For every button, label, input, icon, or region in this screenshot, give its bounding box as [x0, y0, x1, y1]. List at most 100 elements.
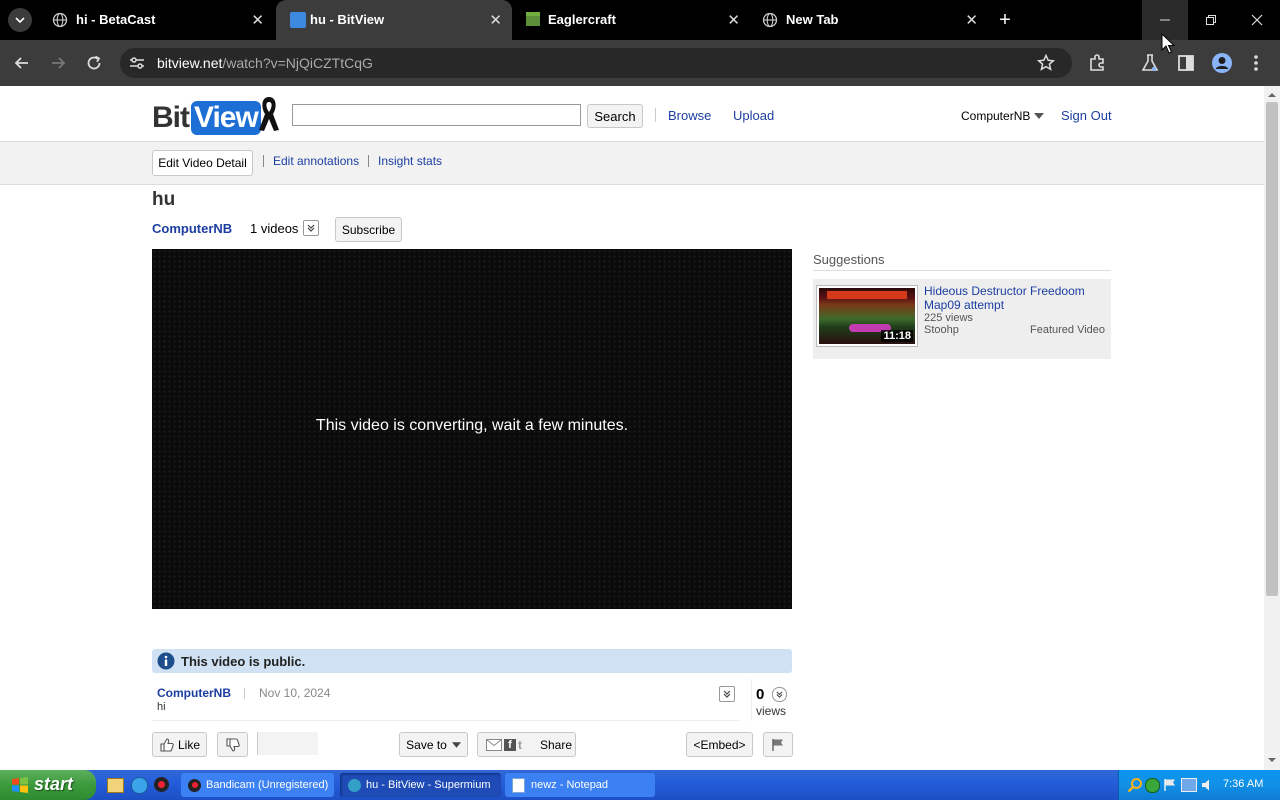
like-button[interactable]: Like [152, 732, 207, 757]
subscribe-button[interactable]: Subscribe [335, 217, 402, 242]
caret-down-icon [451, 741, 461, 748]
start-button[interactable]: start [0, 770, 96, 800]
scroll-up-icon[interactable] [1264, 88, 1280, 102]
info-divider [152, 720, 740, 721]
video-duration: 11:18 [881, 330, 913, 342]
save-to-button[interactable]: Save to [399, 732, 468, 757]
taskbar-item-label: hu - BitView - Supermium [366, 779, 491, 791]
search-input[interactable] [292, 104, 581, 126]
user-name: ComputerNB [961, 109, 1031, 123]
user-menu[interactable]: ComputerNB [961, 109, 1045, 123]
suggestion-title[interactable]: Hideous Destructor Freedoom Map09 attemp… [924, 284, 1106, 312]
taskbar-item-supermium[interactable]: hu - BitView - Supermium [340, 773, 501, 797]
upload-date: Nov 10, 2024 [259, 686, 331, 700]
embed-button[interactable]: <Embed> [686, 732, 753, 757]
restore-button[interactable] [1188, 0, 1234, 40]
email-icon [486, 738, 502, 751]
new-tab-button[interactable]: + [994, 9, 1016, 31]
share-button[interactable]: f t Share [477, 732, 576, 757]
url-text[interactable]: bitview.net/watch?v=NjQiCZTtCqG [157, 55, 373, 71]
thumbnail-image: 11:18 [819, 288, 915, 344]
tab-bitview[interactable]: hu - BitView ✕ [276, 0, 512, 40]
thumbs-up-icon [160, 737, 174, 752]
quick-launch-record-icon[interactable] [154, 777, 169, 792]
channel-link[interactable]: ComputerNB [152, 221, 232, 236]
owner-separator [263, 155, 264, 167]
profile-avatar-icon[interactable] [1211, 52, 1233, 74]
tab-eaglercraft[interactable]: Eaglercraft ✕ [514, 0, 750, 40]
bookmark-star-icon[interactable] [1036, 53, 1056, 73]
save-to-label: Save to [406, 737, 447, 752]
bitview-logo[interactable]: Bit View [152, 95, 261, 135]
quick-launch-explorer-icon[interactable] [107, 778, 124, 793]
network-tray-icon[interactable] [1181, 778, 1197, 792]
close-icon[interactable]: ✕ [251, 11, 264, 29]
expand-description-button[interactable] [719, 686, 735, 702]
close-icon [1251, 14, 1263, 26]
restore-icon [1206, 15, 1216, 25]
logo-view: View [191, 101, 261, 135]
nav-browse-link[interactable]: Browse [668, 108, 711, 123]
video-count-label: 1 videos [250, 220, 299, 236]
labs-flask-icon[interactable] [1141, 53, 1159, 73]
twitter-icon: t [518, 737, 522, 752]
web-page: Bit View Search Browse Upload ComputerNB… [0, 86, 1264, 770]
suggestion-item[interactable]: 11:18 Hideous Destructor Freedoom Map09 … [813, 279, 1111, 359]
reload-button[interactable] [84, 53, 104, 73]
site-info-icon[interactable] [128, 55, 146, 71]
views-box: 0 views [751, 679, 793, 721]
flag-button[interactable] [763, 732, 793, 757]
edit-annotations-link[interactable]: Edit annotations [273, 154, 359, 168]
system-tray: 7:36 AM [1118, 770, 1280, 800]
volume-tray-icon[interactable] [1201, 778, 1215, 792]
menu-kebab-icon[interactable] [1250, 53, 1262, 73]
channel-video-count[interactable]: 1 videos [250, 220, 320, 236]
views-count: 0 [756, 686, 765, 703]
flag-tray-icon[interactable] [1163, 778, 1177, 792]
edit-video-detail-button[interactable]: Edit Video Detail [152, 150, 253, 176]
grass-block-icon [526, 12, 540, 26]
video-player[interactable]: This video is converting, wait a few min… [152, 249, 792, 609]
suggestion-author[interactable]: Stoohp [924, 324, 959, 336]
privacy-notice-text: This video is public. [181, 654, 306, 669]
search-tray-icon[interactable] [1127, 777, 1143, 793]
logo-bit: Bit [152, 101, 190, 134]
like-label: Like [177, 737, 200, 752]
back-button[interactable] [12, 53, 32, 73]
close-icon[interactable]: ✕ [965, 11, 978, 29]
close-window-button[interactable] [1234, 0, 1280, 40]
close-icon[interactable]: ✕ [489, 11, 502, 29]
caret-down-icon [1034, 113, 1045, 119]
views-expand-icon[interactable] [772, 687, 787, 702]
security-tray-icon[interactable] [1145, 778, 1160, 793]
facebook-icon: f [504, 738, 516, 751]
scrollbar-thumb[interactable] [1266, 102, 1278, 596]
rating-bar [257, 732, 318, 755]
close-icon[interactable]: ✕ [727, 11, 740, 29]
suggestions-heading: Suggestions [813, 252, 885, 267]
uploader-link[interactable]: ComputerNB [157, 686, 231, 700]
nav-upload-link[interactable]: Upload [733, 108, 774, 123]
globe-icon [52, 12, 68, 28]
taskbar-item-bandicam[interactable]: Bandicam (Unregistered) [181, 773, 334, 797]
tab-title: hu - BitView [310, 12, 385, 27]
extensions-icon[interactable] [1087, 53, 1107, 73]
tab-search-button[interactable] [8, 8, 32, 32]
taskbar-item-label: Bandicam (Unregistered) [206, 779, 329, 791]
sign-out-link[interactable]: Sign Out [1061, 108, 1112, 123]
tab-new-tab[interactable]: New Tab ✕ [752, 0, 988, 40]
bitview-favicon-icon [290, 12, 306, 28]
side-panel-icon[interactable] [1176, 53, 1196, 73]
search-button[interactable]: Search [587, 104, 643, 128]
taskbar-item-notepad[interactable]: newz - Notepad [505, 773, 655, 797]
insight-stats-link[interactable]: Insight stats [378, 154, 442, 168]
forward-button[interactable] [48, 53, 68, 73]
share-label: Share [540, 737, 573, 752]
suggestion-thumbnail[interactable]: 11:18 [816, 285, 918, 347]
chevron-down-icon [15, 17, 25, 24]
quick-launch-browser-icon[interactable] [131, 777, 148, 794]
tab-title: New Tab [786, 12, 839, 27]
scroll-down-icon[interactable] [1264, 753, 1280, 767]
dislike-button[interactable] [217, 732, 248, 757]
tab-betacast[interactable]: hi - BetaCast ✕ [38, 0, 274, 40]
